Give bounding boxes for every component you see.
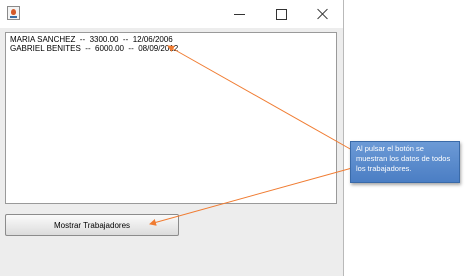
show-workers-button[interactable]: Mostrar Trabajadores [5,214,179,236]
minimize-icon [233,13,245,15]
explanation-callout: Al pulsar el botón se muestran los datos… [350,141,460,183]
close-button[interactable] [302,0,344,28]
app-window: MARIA SANCHEZ -- 3300.00 -- 12/06/2006 G… [0,0,344,276]
minimize-button[interactable] [218,0,260,28]
close-icon [317,8,329,20]
maximize-button[interactable] [260,0,302,28]
maximize-icon [275,8,287,20]
worker-line-2: GABRIEL BENITES -- 6000.00 -- 08/09/2012 [10,44,179,53]
workers-text-area[interactable]: MARIA SANCHEZ -- 3300.00 -- 12/06/2006 G… [5,32,337,204]
title-bar [0,0,343,28]
worker-line-1: MARIA SANCHEZ -- 3300.00 -- 12/06/2006 [10,35,173,44]
java-cup-icon [7,6,20,20]
